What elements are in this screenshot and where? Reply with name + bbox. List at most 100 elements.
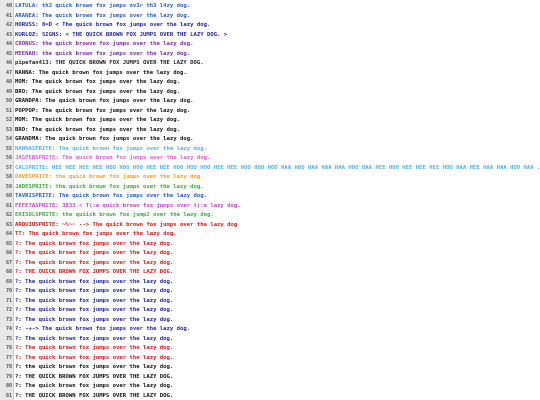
editor-line[interactable]: 58 DAVESPRITE: the quick brown fox jumps …	[0, 173, 540, 183]
editor-line[interactable]: 75?: The quick brown fox jumps over the …	[0, 335, 540, 345]
editor-line[interactable]: 80?: The quick brown fox jumps over the …	[0, 382, 540, 392]
editor-line[interactable]: 68?: THE QUICK BROWN FOX JUMPS OVER THE …	[0, 268, 540, 278]
line-text[interactable]: ?: The quick brown fox jumps over the la…	[15, 278, 173, 288]
line-number: 58	[5, 174, 12, 180]
line-text[interactable]: ?: THE QUICK BROWN FOX JUMPS OVER THE LA…	[15, 373, 173, 383]
editor-line[interactable]: 67?: The quick brown fox jumps over the …	[0, 259, 540, 269]
editor-line[interactable]: 63 ARQUIUSPRITE: ~%~✂ --> The quick brown…	[0, 221, 540, 231]
editor-line[interactable]: 51 POPPOP: The quick brown fox jumps over…	[0, 107, 540, 117]
editor-line[interactable]: 55 NANNASPRITE: The quick brown fox jumps…	[0, 145, 540, 155]
line-text[interactable]: JADESPRITE: the quick brown fox jumps ov…	[15, 183, 204, 193]
editor-line[interactable]: 70?: The quick brown fox jumps over the …	[0, 287, 540, 297]
editor-line[interactable]: 45 MEENAH: the quick brown fox jumps over…	[0, 50, 540, 60]
line-text[interactable]: NANNA: The quick brown fox jumps over th…	[15, 69, 187, 79]
editor-line[interactable]: 52 MOM: The quick brown fox jumps over th…	[0, 116, 540, 126]
editor-line[interactable]: 46 pipefan413: THE QUICK BROWN FOX JUMPS …	[0, 59, 540, 69]
line-text[interactable]: DAVESPRITE: the quick brown fox jumps ov…	[15, 173, 204, 183]
line-number: 54	[5, 136, 12, 142]
editor-line[interactable]: 66?: The quick brown fox jumps over the …	[0, 249, 540, 259]
line-number: 68	[5, 269, 12, 275]
line-number: 57	[5, 164, 12, 171]
line-text[interactable]: ?: The quick brown fox jumps over the la…	[15, 382, 173, 392]
line-text[interactable]: ?: The quick brown fox jumps over the la…	[15, 297, 173, 307]
line-text[interactable]: KURLOZ: SIGNS: < THE QUICK BROWN FOX JUM…	[15, 31, 227, 41]
line-number: 64	[5, 231, 12, 237]
line-text[interactable]: JASPERSPRITE: The quick brown fox jumps …	[15, 154, 210, 164]
editor-line[interactable]: 60 TAVRISPRITE: The quick brown fox jumps…	[0, 192, 540, 202]
line-text[interactable]: MOM: The quick brown fox jumps over the …	[15, 116, 180, 126]
line-text[interactable]: ?: The quick brown fox jumps over the la…	[15, 306, 173, 316]
line-text[interactable]: TAVRISPRITE: The quick brown fox jumps o…	[15, 192, 207, 202]
line-text[interactable]: ?: -+-> The quick brown fox jumps over t…	[15, 325, 190, 335]
line-number: 46	[5, 60, 12, 66]
editor-line[interactable]: 47 NANNA: The quick brown fox jumps over …	[0, 69, 540, 79]
line-text[interactable]: ?: THE QUICK BROWN FOX JUMPS OVER THE LA…	[15, 268, 173, 278]
editor-lines[interactable]: 40 LATULA: th3 quick brown fox jumps ov3r…	[0, 2, 540, 400]
line-number: 59	[5, 183, 12, 190]
editor-line[interactable]: 69?: The quick brown fox jumps over the …	[0, 278, 540, 288]
editor-line[interactable]: 79?: THE QUICK BROWN FOX JUMPS OVER THE …	[0, 373, 540, 383]
editor-line[interactable]: 49 BRO: The quick brown fox jumps over th…	[0, 88, 540, 98]
editor-line[interactable]: 62 ERISOLSPRITE: the quiick brown fox jum…	[0, 211, 540, 221]
editor-line[interactable]: 40 LATULA: th3 quick brown fox jumps ov3r…	[0, 2, 540, 12]
line-text[interactable]: ?: The quick brown fox jumps over the la…	[15, 335, 173, 345]
line-text[interactable]: ?: The quick brown fox jumps over the la…	[15, 259, 173, 269]
editor-line[interactable]: 76?: The quick brown fox jumps over the …	[0, 344, 540, 354]
line-text[interactable]: BRO: The quick brown fox jumps over the …	[15, 126, 180, 136]
editor-line[interactable]: 78?: the quick brown fox jumps over the …	[0, 363, 540, 373]
line-number: 51	[5, 107, 12, 114]
editor-line[interactable]: 73?: The quick brown fox jumps over the …	[0, 316, 540, 326]
line-text[interactable]: BRO: The quick brown fox jumps over the …	[15, 88, 180, 98]
line-text[interactable]: ?: The quick brown fox jumps over the la…	[15, 344, 173, 354]
editor-line[interactable]: 59 JADESPRITE: the quick brown fox jumps …	[0, 183, 540, 193]
editor-line[interactable]: 64 TT: The quick brown fox jumps over the…	[0, 230, 540, 240]
line-text[interactable]: CRONUS: the quick browvn fox jumps over …	[15, 40, 194, 50]
editor-line[interactable]: 41 ARANEA: The quick brown fox jumps over…	[0, 12, 540, 22]
line-text[interactable]: ?: the quick brown fox jumps over the la…	[15, 363, 173, 373]
line-number: 79	[5, 373, 12, 380]
line-text[interactable]: ARANEA: The quick brown fox jumps over t…	[15, 12, 190, 22]
line-text[interactable]: CALSPRITE: HEE HEE HEE HEE HOO HOO HOO H…	[15, 164, 539, 174]
line-text[interactable]: ERISOLSPRITE: the quiick brown fox jump2…	[15, 211, 214, 221]
line-number: 44	[5, 41, 12, 47]
line-number: 66	[5, 250, 12, 256]
line-text[interactable]: GRANDPA: The quick brown fox jumps over …	[15, 97, 194, 107]
line-text[interactable]: ARQUIUSPRITE: ~%~✂ --> The quick brown f…	[15, 221, 237, 231]
editor-line[interactable]: 43 KURLOZ: SIGNS: < THE QUICK BROWN FOX J…	[0, 31, 540, 41]
line-number: 41	[5, 12, 12, 19]
editor-line[interactable]: 57 CALSPRITE: HEE HEE HEE HEE HOO HOO HOO…	[0, 164, 540, 174]
line-text[interactable]: ?: The quick brown fox jumps over the la…	[15, 249, 173, 259]
line-number: 55	[5, 145, 12, 152]
editor-line[interactable]: 81?: THE QUICK BROWN FOX JUMPS OVER THE …	[0, 392, 540, 400]
editor-line[interactable]: 72?: The quick brown fox jumps over the …	[0, 306, 540, 316]
line-text[interactable]: NANNASPRITE: The quick brown fox jumps o…	[15, 145, 207, 155]
line-text[interactable]: FEFETASPRITE: 3833 < T(:e quick brown fo…	[15, 202, 241, 212]
editor-line[interactable]: 56 JASPERSPRITE: The quick brown fox jump…	[0, 154, 540, 164]
line-text[interactable]: ?: The quick brown fox jumps over the la…	[15, 354, 173, 364]
editor-line[interactable]: 44 CRONUS: the quick browvn fox jumps ove…	[0, 40, 540, 50]
editor-line[interactable]: 54 GRANDMA: The quick brown fox jumps ove…	[0, 135, 540, 145]
line-text[interactable]: TT: The quick brown fox jumps over the l…	[15, 230, 177, 240]
line-number: 80	[5, 383, 12, 389]
line-text[interactable]: HORUSS: 8=D < The quick brown fox jumps …	[15, 21, 210, 31]
editor-line[interactable]: 61 FEFETASPRITE: 3833 < T(:e quick brown …	[0, 202, 540, 212]
line-text[interactable]: ?: The quick brown fox jumps over the la…	[15, 240, 173, 250]
line-text[interactable]: LATULA: th3 quick brown fox jumps ov3r t…	[15, 2, 190, 12]
line-text[interactable]: MEENAH: the quick brown fox jumps over t…	[15, 50, 190, 60]
line-text[interactable]: MOM: The quick brown fox jumps over the …	[15, 78, 180, 88]
editor-line[interactable]: 42 HORUSS: 8=D < The quick brown fox jump…	[0, 21, 540, 31]
line-text[interactable]: pipefan413: THE QUICK BROWN FOX JUMPS OV…	[15, 59, 204, 69]
line-text[interactable]: ?: The quick brown fox jumps over the la…	[15, 316, 173, 326]
editor-line[interactable]: 53 BRO: The quick brown fox jumps over th…	[0, 126, 540, 136]
line-text[interactable]: POPPOP: The quick brown fox jumps over t…	[15, 107, 190, 117]
editor-line[interactable]: 74?: -+-> The quick brown fox jumps over…	[0, 325, 540, 335]
text-editor[interactable]: 40 LATULA: th3 quick brown fox jumps ov3r…	[0, 0, 540, 400]
editor-line[interactable]: 50 GRANDPA: The quick brown fox jumps ove…	[0, 97, 540, 107]
line-text[interactable]: ?: THE QUICK BROWN FOX JUMPS OVER THE LA…	[15, 392, 173, 400]
editor-line[interactable]: 71?: The quick brown fox jumps over the …	[0, 297, 540, 307]
line-text[interactable]: GRANDMA: The quick brown fox jumps over …	[15, 135, 194, 145]
editor-line[interactable]: 48 MOM: The quick brown fox jumps over th…	[0, 78, 540, 88]
line-text[interactable]: ?: The quick brown fox jumps over the la…	[15, 287, 173, 297]
editor-line[interactable]: 77?: The quick brown fox jumps over the …	[0, 354, 540, 364]
editor-line[interactable]: 65?: The quick brown fox jumps over the …	[0, 240, 540, 250]
